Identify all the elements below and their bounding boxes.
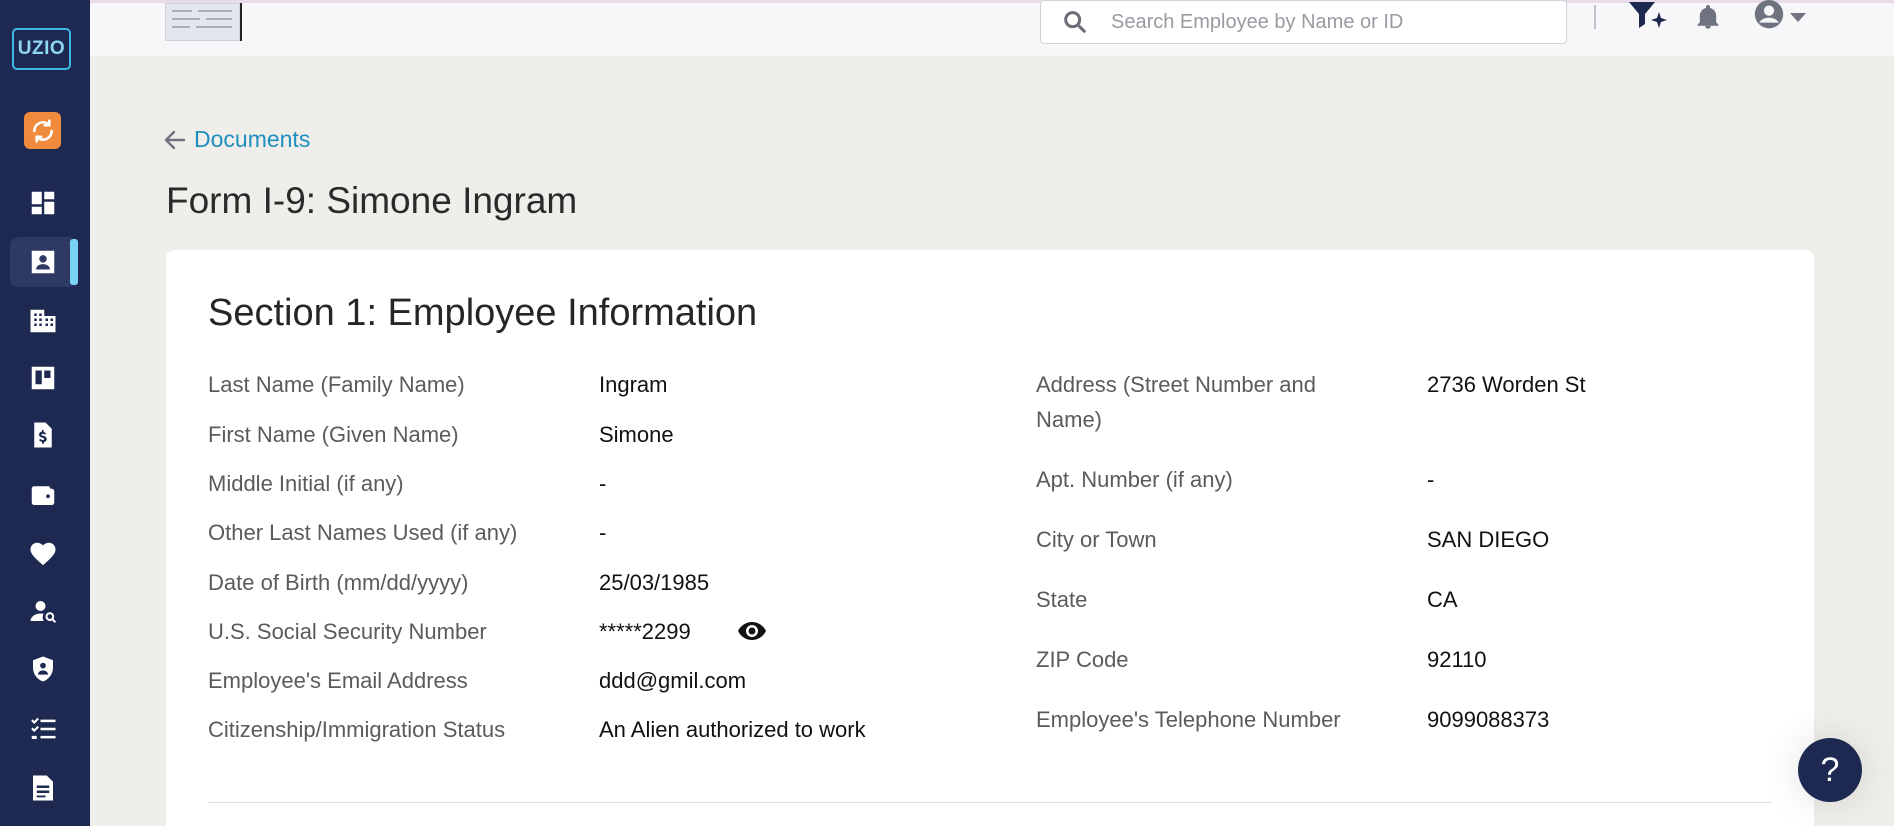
ssn-label: U.S. Social Security Number xyxy=(208,619,487,644)
dashboard-icon xyxy=(31,191,55,215)
sidebar: UZIO xyxy=(0,0,90,826)
employee-search-box[interactable] xyxy=(1040,0,1567,44)
reports-document-icon xyxy=(33,775,53,801)
date-of-birth-label: Date of Birth (mm/dd/yyyy) xyxy=(208,570,469,595)
last-name-value: Ingram xyxy=(599,372,668,397)
sidebar-item-compliance[interactable] xyxy=(10,644,76,694)
zip-code-value: 92110 xyxy=(1427,647,1487,672)
employee-information-card: Section 1: Employee Information Last Nam… xyxy=(166,250,1814,826)
help-button[interactable]: ? xyxy=(1798,738,1862,802)
search-input[interactable] xyxy=(1111,10,1551,34)
sidebar-item-people-search[interactable] xyxy=(10,586,76,636)
section-divider xyxy=(208,802,1772,803)
address-value: 2736 Worden St xyxy=(1427,372,1586,397)
sidebar-item-employee[interactable] xyxy=(10,237,78,287)
state-label: State xyxy=(1036,587,1088,612)
telephone-value: 9099088373 xyxy=(1427,707,1550,732)
sync-refresh-button[interactable] xyxy=(24,112,61,149)
state-value: CA xyxy=(1427,587,1458,612)
employee-profile-icon xyxy=(31,250,55,274)
apt-number-label: Apt. Number (if any) xyxy=(1036,467,1233,492)
user-menu-button[interactable] xyxy=(1750,0,1808,33)
zip-code-label: ZIP Code xyxy=(1036,647,1129,672)
people-search-icon xyxy=(30,601,57,623)
search-icon xyxy=(1064,11,1086,33)
sidebar-item-boards[interactable] xyxy=(10,353,76,403)
city-value: SAN DIEGO xyxy=(1427,527,1550,552)
middle-initial-value: - xyxy=(599,471,607,496)
avatar-icon xyxy=(1754,0,1784,29)
ssn-value: *****2299 xyxy=(599,619,691,644)
chevron-down-icon xyxy=(1790,13,1806,22)
top-bar xyxy=(90,0,1894,56)
checklist-icon xyxy=(31,717,56,739)
other-last-names-value: - xyxy=(599,520,607,545)
bell-icon xyxy=(1697,4,1719,29)
arrow-left-icon xyxy=(164,130,186,149)
other-last-names-label: Other Last Names Used (if any) xyxy=(208,520,518,545)
address-label: Address (Street Number and Name) xyxy=(1036,372,1317,432)
sidebar-item-benefits[interactable] xyxy=(10,529,76,579)
payroll-document-icon xyxy=(34,422,52,448)
citizenship-status-value: An Alien authorized to work xyxy=(599,717,866,742)
middle-initial-label: Middle Initial (if any) xyxy=(208,471,404,496)
header-divider xyxy=(1594,5,1596,29)
email-label: Employee's Email Address xyxy=(208,668,468,693)
text-cursor xyxy=(240,3,242,41)
back-link-label: Documents xyxy=(194,126,311,152)
city-label: City or Town xyxy=(1036,527,1157,552)
telephone-label: Employee's Telephone Number xyxy=(1036,707,1341,732)
notifications-button[interactable] xyxy=(1694,1,1722,33)
eye-icon[interactable] xyxy=(737,620,767,642)
boards-icon xyxy=(31,366,55,390)
benefits-heart-icon xyxy=(30,542,56,566)
page-title: Form I-9: Simone Ingram xyxy=(166,180,578,221)
sparkle-filter-icon xyxy=(1629,2,1667,28)
sidebar-item-payroll[interactable] xyxy=(10,410,76,460)
ai-sparkle-button[interactable] xyxy=(1625,1,1669,33)
sidebar-item-reports[interactable] xyxy=(10,763,76,813)
first-name-value: Simone xyxy=(599,422,674,447)
citizenship-status-label: Citizenship/Immigration Status xyxy=(208,717,506,742)
sidebar-item-wallet[interactable] xyxy=(10,470,76,520)
back-to-documents-link[interactable]: Documents xyxy=(164,126,310,153)
first-name-label: First Name (Given Name) xyxy=(208,422,459,447)
section-title: Section 1: Employee Information xyxy=(208,292,758,334)
company-building-icon xyxy=(30,309,56,333)
date-of-birth-value: 25/03/1985 xyxy=(599,570,710,595)
uzio-logo[interactable]: UZIO xyxy=(12,28,71,70)
sidebar-item-dashboard[interactable] xyxy=(10,178,76,228)
refresh-icon xyxy=(32,118,53,143)
document-thumbnail[interactable] xyxy=(165,3,240,41)
email-value: ddd@gmil.com xyxy=(599,668,747,693)
sidebar-item-company[interactable] xyxy=(10,296,76,346)
compliance-shield-icon xyxy=(33,656,53,682)
wallet-icon xyxy=(31,486,55,505)
last-name-label: Last Name (Family Name) xyxy=(208,372,465,397)
apt-number-value: - xyxy=(1427,467,1435,492)
sidebar-item-checklist[interactable] xyxy=(10,704,76,754)
